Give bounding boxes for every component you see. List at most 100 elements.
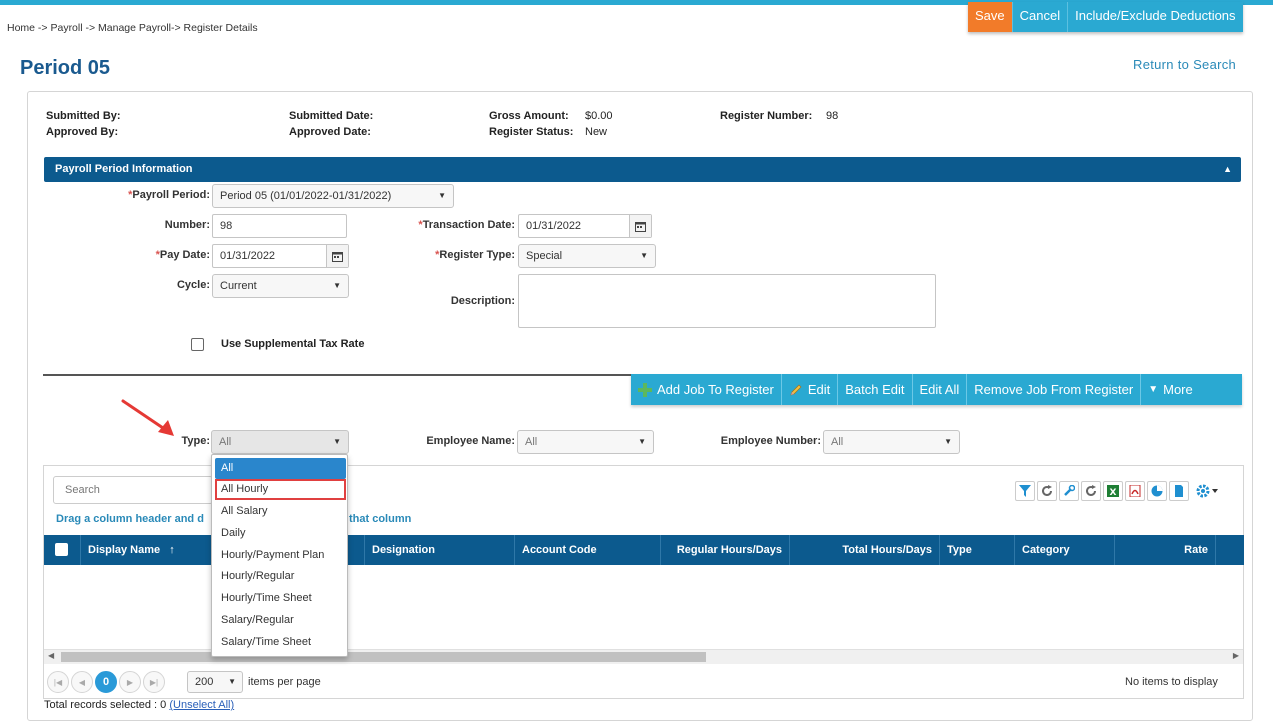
page-size-select[interactable]: 200 ▼ — [187, 671, 243, 693]
select-all-checkbox[interactable] — [55, 543, 68, 556]
more-button[interactable]: ▼ More — [1141, 374, 1200, 405]
drag-hint-text-end: that column — [349, 513, 412, 525]
register-type-value: Special — [526, 250, 563, 262]
scroll-right-icon[interactable]: ▶ — [1233, 651, 1239, 660]
edit-all-button[interactable]: Edit All — [913, 374, 968, 405]
col-account-code[interactable]: Account Code — [514, 535, 660, 565]
plus-icon — [638, 382, 652, 397]
excel-icon[interactable]: X — [1103, 481, 1123, 501]
calendar-icon[interactable] — [629, 215, 651, 237]
unselect-all-link[interactable]: (Unselect All) — [169, 699, 234, 711]
cycle-value: Current — [220, 280, 257, 292]
items-per-page-label: items per page — [248, 676, 321, 688]
type-option-all-hourly[interactable]: All Hourly — [215, 479, 346, 500]
col-type[interactable]: Type — [939, 535, 1014, 565]
filter-icon[interactable] — [1015, 481, 1035, 501]
cycle-select[interactable]: Current ▼ — [212, 274, 349, 298]
employee-number-select[interactable]: All ▼ — [823, 430, 960, 454]
sort-asc-icon: ↑ — [169, 544, 175, 556]
col-category[interactable]: Category — [1014, 535, 1114, 565]
settings-gear-icon[interactable] — [1191, 481, 1225, 501]
chart-icon[interactable] — [1147, 481, 1167, 501]
type-option-hourly-time-sheet[interactable]: Hourly/Time Sheet — [215, 588, 346, 609]
remove-job-button[interactable]: Remove Job From Register — [967, 374, 1142, 405]
edit-button[interactable]: Edit — [782, 374, 839, 405]
type-option-daily[interactable]: Daily — [215, 523, 346, 544]
return-to-search-link[interactable]: Return to Search — [1133, 57, 1236, 72]
payroll-period-value: Period 05 (01/01/2022-01/31/2022) — [220, 190, 392, 202]
grid-search-input[interactable]: Search — [53, 476, 213, 504]
type-option-all-salary[interactable]: All Salary — [215, 501, 346, 522]
employee-name-value: All — [525, 436, 538, 448]
payroll-period-section-header[interactable]: Payroll Period Information ▲ — [44, 157, 1241, 182]
register-type-select[interactable]: Special ▼ — [518, 244, 656, 268]
include-exclude-deductions-button[interactable]: Include/Exclude Deductions — [1068, 2, 1243, 32]
calendar-icon[interactable] — [326, 245, 348, 267]
reset-filter-icon[interactable] — [1037, 481, 1057, 501]
chevron-down-icon: ▼ — [438, 191, 446, 200]
type-option-salary-regular[interactable]: Salary/Regular — [215, 610, 346, 631]
chevron-down-icon: ▼ — [228, 677, 236, 686]
transaction-date-input[interactable]: 01/31/2022 — [518, 214, 652, 238]
save-button[interactable]: Save — [968, 2, 1013, 32]
col-regular-hours[interactable]: Regular Hours/Days — [660, 535, 789, 565]
batch-edit-button[interactable]: Batch Edit — [838, 374, 913, 405]
no-items-text: No items to display — [1125, 676, 1218, 688]
type-filter-label: Type: — [181, 435, 210, 447]
type-option-all[interactable]: All — [215, 458, 346, 479]
number-label: Number: — [164, 219, 210, 231]
transaction-date-label: *Transaction Date: — [418, 219, 515, 231]
payroll-period-label: *Payroll Period: — [128, 189, 210, 201]
register-type-label: *Register Type: — [435, 249, 515, 261]
next-page-icon[interactable]: ▶ — [119, 671, 141, 693]
type-option-salary-time-sheet[interactable]: Salary/Time Sheet — [215, 632, 346, 653]
employee-number-label: Employee Number: — [720, 435, 821, 447]
last-page-icon[interactable]: ▶| — [143, 671, 165, 693]
prev-page-icon[interactable]: ◀ — [71, 671, 93, 693]
number-input[interactable]: 98 — [212, 214, 347, 238]
add-job-button[interactable]: Add Job To Register — [631, 374, 782, 405]
col-total-hours[interactable]: Total Hours/Days — [789, 535, 939, 565]
chevron-down-icon: ▼ — [944, 437, 952, 446]
pencil-icon — [790, 384, 802, 396]
current-page[interactable]: 0 — [95, 671, 117, 693]
reset-columns-icon[interactable] — [1081, 481, 1101, 501]
chevron-down-icon: ▼ — [640, 251, 648, 260]
first-page-icon[interactable]: |◀ — [47, 671, 69, 693]
pay-date-value: 01/31/2022 — [220, 250, 276, 262]
supplemental-tax-label: Use Supplemental Tax Rate — [221, 338, 365, 350]
type-filter-select[interactable]: All ▼ — [211, 430, 349, 454]
approved-by-label: Approved By: — [46, 126, 119, 138]
pdf-icon[interactable] — [1125, 481, 1145, 501]
description-textarea[interactable] — [518, 274, 936, 328]
document-icon[interactable] — [1169, 481, 1189, 501]
chevron-down-icon: ▼ — [333, 437, 341, 446]
employee-name-select[interactable]: All ▼ — [517, 430, 654, 454]
employee-name-label: Employee Name: — [426, 435, 515, 447]
type-option-hourly-payment-plan[interactable]: Hourly/Payment Plan — [215, 545, 346, 566]
payroll-period-select[interactable]: Period 05 (01/01/2022-01/31/2022) ▼ — [212, 184, 454, 208]
section-title: Payroll Period Information — [55, 163, 193, 175]
type-option-hourly-regular[interactable]: Hourly/Regular — [215, 566, 346, 587]
employee-number-value: All — [831, 436, 844, 448]
submitted-by-label: Submitted By: — [46, 110, 121, 122]
wrench-icon[interactable] — [1059, 481, 1079, 501]
cancel-button[interactable]: Cancel — [1012, 2, 1069, 32]
col-rate[interactable]: Rate — [1114, 535, 1215, 565]
scrollbar-thumb[interactable] — [61, 652, 706, 662]
collapse-icon[interactable]: ▲ — [1223, 157, 1232, 182]
drag-hint-text: Drag a column header and d — [56, 513, 204, 525]
col-designation[interactable]: Designation — [364, 535, 514, 565]
register-number-label: Register Number: — [720, 110, 813, 122]
action-bar: Save Cancel Include/Exclude Deductions — [968, 2, 1243, 32]
supplemental-tax-checkbox[interactable] — [191, 338, 204, 351]
pager: |◀ ◀ 0 ▶ ▶| — [47, 671, 165, 693]
annotation-arrow-icon — [121, 399, 174, 436]
records-selected: Total records selected : 0 (Unselect All… — [44, 699, 235, 711]
caret-down-icon: ▼ — [1148, 384, 1159, 395]
pay-date-label: *Pay Date: — [155, 249, 210, 261]
pay-date-input[interactable]: 01/31/2022 — [212, 244, 349, 268]
register-status-label: Register Status: — [489, 126, 574, 138]
grid-tools: X — [1015, 481, 1225, 501]
scroll-left-icon[interactable]: ◀ — [48, 651, 54, 660]
